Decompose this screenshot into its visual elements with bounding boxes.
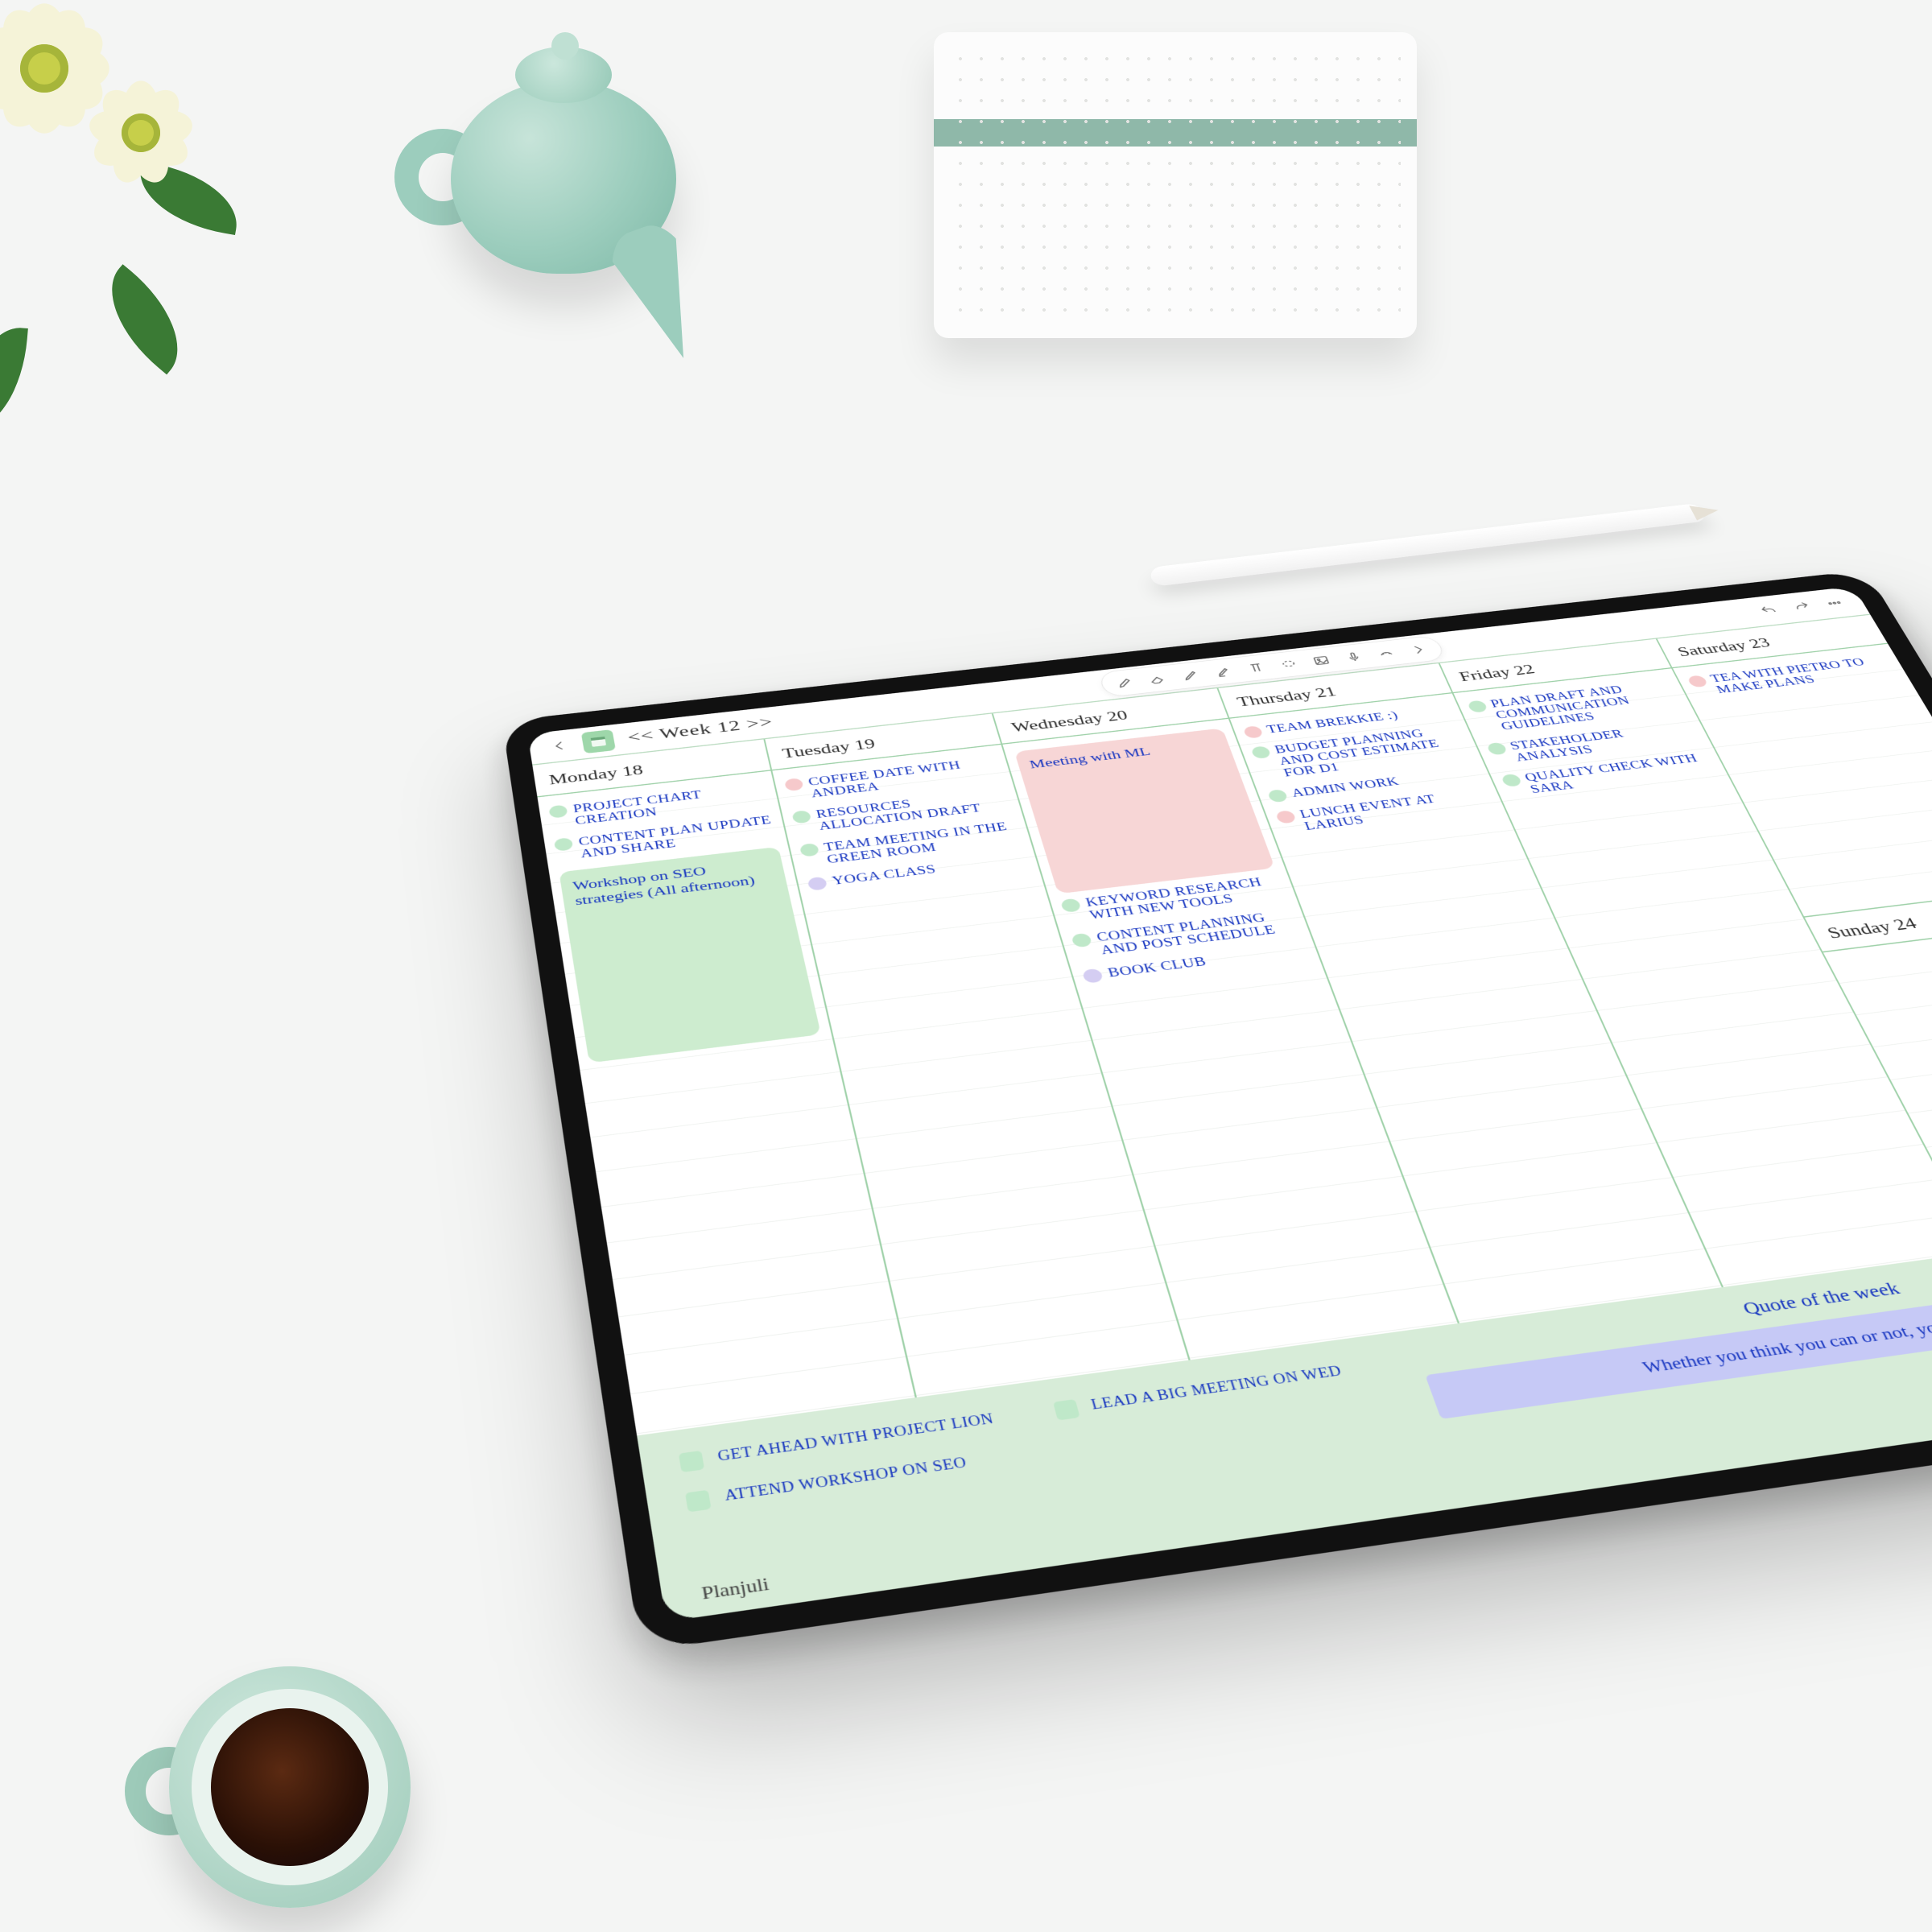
ruler-tool-icon[interactable]	[1367, 642, 1405, 664]
lasso-tool-icon[interactable]	[1270, 653, 1308, 676]
dot-icon	[554, 837, 573, 852]
dot-icon	[1267, 789, 1289, 803]
app-icon[interactable]	[581, 729, 616, 753]
dot-icon	[1686, 675, 1708, 687]
dot-icon	[1486, 742, 1508, 756]
eraser-tool-icon[interactable]	[1139, 667, 1176, 691]
dot-icon	[784, 778, 804, 791]
checkbox-icon[interactable]	[1052, 1399, 1080, 1421]
dot-icon	[1275, 810, 1297, 824]
dot-icon	[1243, 725, 1264, 738]
dot-icon	[548, 804, 568, 818]
dot-icon	[1060, 898, 1082, 913]
dot-icon	[1071, 933, 1092, 948]
checkbox-icon[interactable]	[685, 1490, 712, 1513]
mic-tool-icon[interactable]	[1335, 646, 1373, 669]
back-button[interactable]	[543, 733, 577, 758]
dot-icon	[1250, 745, 1271, 759]
app-screen: << Week 12 >>	[527, 586, 1932, 1621]
dot-icon	[791, 810, 811, 824]
history-cluster	[1749, 592, 1855, 621]
dot-icon	[1082, 968, 1104, 984]
goal-text: ATTEND WORKSHOP ON SEO	[724, 1454, 969, 1505]
entry-text: BOOK CLUB	[1106, 955, 1208, 980]
calendar-block[interactable]: Workshop on SEO strategies (All afternoo…	[559, 847, 820, 1063]
redo-icon[interactable]	[1782, 596, 1822, 618]
dot-icon	[799, 843, 819, 857]
image-tool-icon[interactable]	[1302, 649, 1340, 672]
desk-indexcard	[934, 32, 1417, 338]
calendar-block[interactable]: Meeting with ML	[1014, 728, 1275, 894]
text-tool-icon[interactable]	[1237, 656, 1275, 679]
pencil-tool-icon[interactable]	[1107, 671, 1144, 694]
next-tool-icon[interactable]	[1399, 638, 1437, 661]
desk-teapot	[378, 24, 749, 370]
entry-text: ADMIN WORK	[1290, 775, 1401, 800]
pen-tool-icon[interactable]	[1172, 663, 1209, 687]
desk-flowers	[0, 0, 266, 386]
highlighter-tool-icon[interactable]	[1205, 660, 1242, 683]
dot-icon	[1467, 700, 1488, 713]
entry-text: YOGA CLASS	[831, 863, 938, 888]
dot-icon	[807, 877, 828, 891]
checkbox-icon[interactable]	[679, 1451, 704, 1472]
more-icon[interactable]	[1814, 592, 1854, 614]
goal-text: LEAD A BIG MEETING ON WED	[1089, 1363, 1344, 1414]
undo-icon[interactable]	[1749, 599, 1789, 621]
desk-coffee	[169, 1666, 411, 1908]
tablet-frame: << Week 12 >>	[502, 570, 1932, 1652]
desk-stylus	[1149, 503, 1708, 587]
dot-icon	[1501, 774, 1522, 787]
